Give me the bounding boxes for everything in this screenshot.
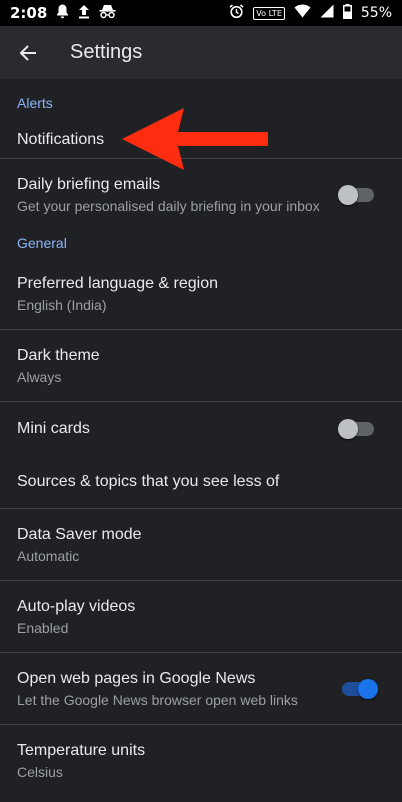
setting-dark-theme[interactable]: Dark theme Always <box>0 330 402 402</box>
open-web-pages-toggle[interactable] <box>342 678 378 699</box>
mini-cards-toggle[interactable] <box>338 419 374 439</box>
setting-autoplay[interactable]: Auto-play videos Enabled <box>0 581 402 653</box>
setting-subtitle: Automatic <box>17 547 80 564</box>
setting-subtitle: Always <box>17 368 62 385</box>
setting-title: Temperature units <box>17 742 146 759</box>
setting-mini-cards[interactable]: Mini cards <box>0 402 402 456</box>
battery-icon <box>342 3 352 23</box>
setting-title: Preferred language & region <box>17 274 219 292</box>
setting-temperature-units[interactable]: Temperature units Celsius <box>0 725 402 797</box>
setting-sources-topics[interactable]: Sources & topics that you see less of <box>0 456 402 509</box>
setting-open-web-pages[interactable]: Open web pages in Google News Let the Go… <box>0 653 402 725</box>
setting-title: Dark theme <box>17 346 100 364</box>
back-button[interactable] <box>0 26 56 79</box>
alarm-icon <box>229 3 244 23</box>
app-bar: Settings <box>0 26 402 79</box>
signal-icon <box>320 4 334 22</box>
daily-briefing-toggle[interactable] <box>338 184 374 205</box>
status-bar: 2:08 Vo LTE 55% <box>0 0 402 26</box>
wifi-icon <box>294 4 311 22</box>
red-arrow-annotation <box>122 108 268 170</box>
setting-data-saver[interactable]: Data Saver mode Automatic <box>0 509 402 581</box>
toggle-knob <box>338 184 358 205</box>
setting-subtitle: Enabled <box>17 619 69 636</box>
setting-subtitle: English (India) <box>17 296 107 313</box>
status-time: 2:08 <box>10 4 48 22</box>
arrow-back-icon <box>19 44 36 61</box>
toggle-knob <box>358 678 378 699</box>
setting-language[interactable]: Preferred language & region English (Ind… <box>0 258 402 330</box>
upload-icon <box>78 4 90 23</box>
setting-subtitle: Celsius <box>17 764 63 780</box>
toggle-knob <box>338 419 358 439</box>
page-title: Settings <box>70 41 143 63</box>
setting-title: Auto-play videos <box>17 597 136 615</box>
settings-list: Alerts Notifications Daily briefing emai… <box>0 79 402 797</box>
setting-title: Data Saver mode <box>17 525 142 543</box>
battery-percent: 55% <box>360 5 392 21</box>
bell-icon <box>56 4 69 23</box>
setting-title: Sources & topics that you see less of <box>17 473 280 490</box>
volte-badge: Vo LTE <box>253 6 285 20</box>
incognito-icon <box>99 4 116 23</box>
